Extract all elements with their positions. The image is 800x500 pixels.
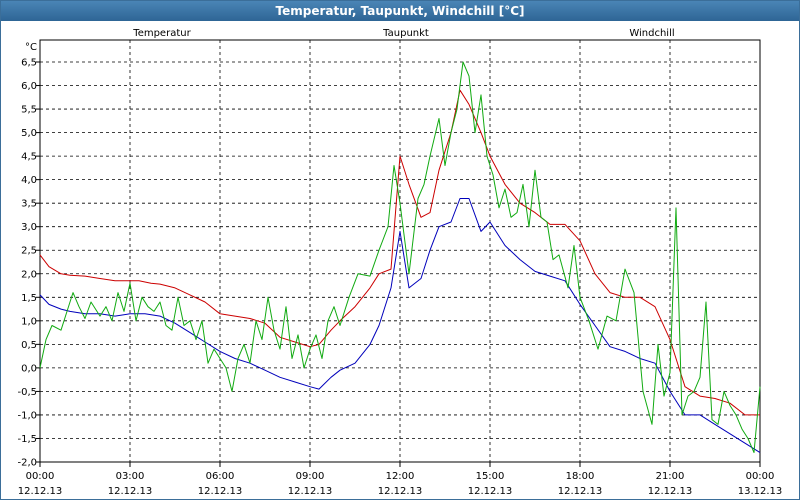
y-tick-label: 6,0 bbox=[21, 81, 37, 92]
y-tick-label: 4,0 bbox=[21, 175, 37, 186]
y-tick-label: 3,5 bbox=[21, 199, 37, 210]
y-tick-label: 2,5 bbox=[21, 246, 37, 257]
y-tick-label: 1,5 bbox=[21, 293, 37, 304]
y-tick-label: 2,0 bbox=[21, 269, 37, 280]
x-tick-date-label: 12.12.13 bbox=[648, 486, 693, 497]
x-tick-date-label: 12.12.13 bbox=[378, 486, 423, 497]
y-tick-label: 0,5 bbox=[21, 340, 37, 351]
x-tick-date-label: 13.12.13 bbox=[738, 486, 783, 497]
y-tick-label: 5,0 bbox=[21, 128, 37, 139]
y-tick-label: 0,0 bbox=[21, 363, 37, 374]
legend-taupunkt: Taupunkt bbox=[382, 28, 429, 39]
line-chart: -2,0 -1,5 -1,0 -0,5 0,0 0,5 1,0 1,5 2,0 2,5 3,0 3,5… bbox=[17, 28, 783, 497]
x-tick-date-label: 12.12.13 bbox=[468, 486, 513, 497]
x-tick-date-label: 12.12.13 bbox=[198, 486, 243, 497]
x-tick-time-label: 18:00 bbox=[566, 471, 595, 482]
x-tick-date-label: 12.12.13 bbox=[18, 486, 63, 497]
x-tick-time-label: 00:00 bbox=[26, 471, 55, 482]
y-tick-label: 5,5 bbox=[21, 105, 37, 116]
x-tick-time-label: 09:00 bbox=[296, 471, 325, 482]
y-tick-label: -1,0 bbox=[17, 410, 37, 421]
y-tick-label: 4,5 bbox=[21, 152, 37, 163]
x-tick-time-label: 00:00 bbox=[746, 471, 775, 482]
y-tick-label: -2,0 bbox=[17, 458, 37, 469]
x-tick-date-label: 12.12.13 bbox=[108, 486, 153, 497]
legend-windchill: Windchill bbox=[629, 28, 674, 39]
x-tick-date-label: 12.12.13 bbox=[288, 486, 333, 497]
y-tick-label: 1,0 bbox=[21, 316, 37, 327]
y-tick-label: 3,0 bbox=[21, 222, 37, 233]
y-tick-label: -1,5 bbox=[17, 434, 37, 445]
x-tick-time-label: 03:00 bbox=[116, 471, 145, 482]
x-tick-date-label: 12.12.13 bbox=[558, 486, 603, 497]
x-tick-time-label: 15:00 bbox=[476, 471, 505, 482]
x-tick-time-label: 06:00 bbox=[206, 471, 235, 482]
x-tick-time-label: 12:00 bbox=[386, 471, 415, 482]
x-tick-time-label: 21:00 bbox=[656, 471, 685, 482]
y-axis-label: °C bbox=[25, 42, 37, 53]
legend-temperatur: Temperatur bbox=[132, 28, 191, 39]
y-tick-label: 6,5 bbox=[21, 58, 37, 69]
y-tick-label: -0,5 bbox=[17, 387, 37, 398]
